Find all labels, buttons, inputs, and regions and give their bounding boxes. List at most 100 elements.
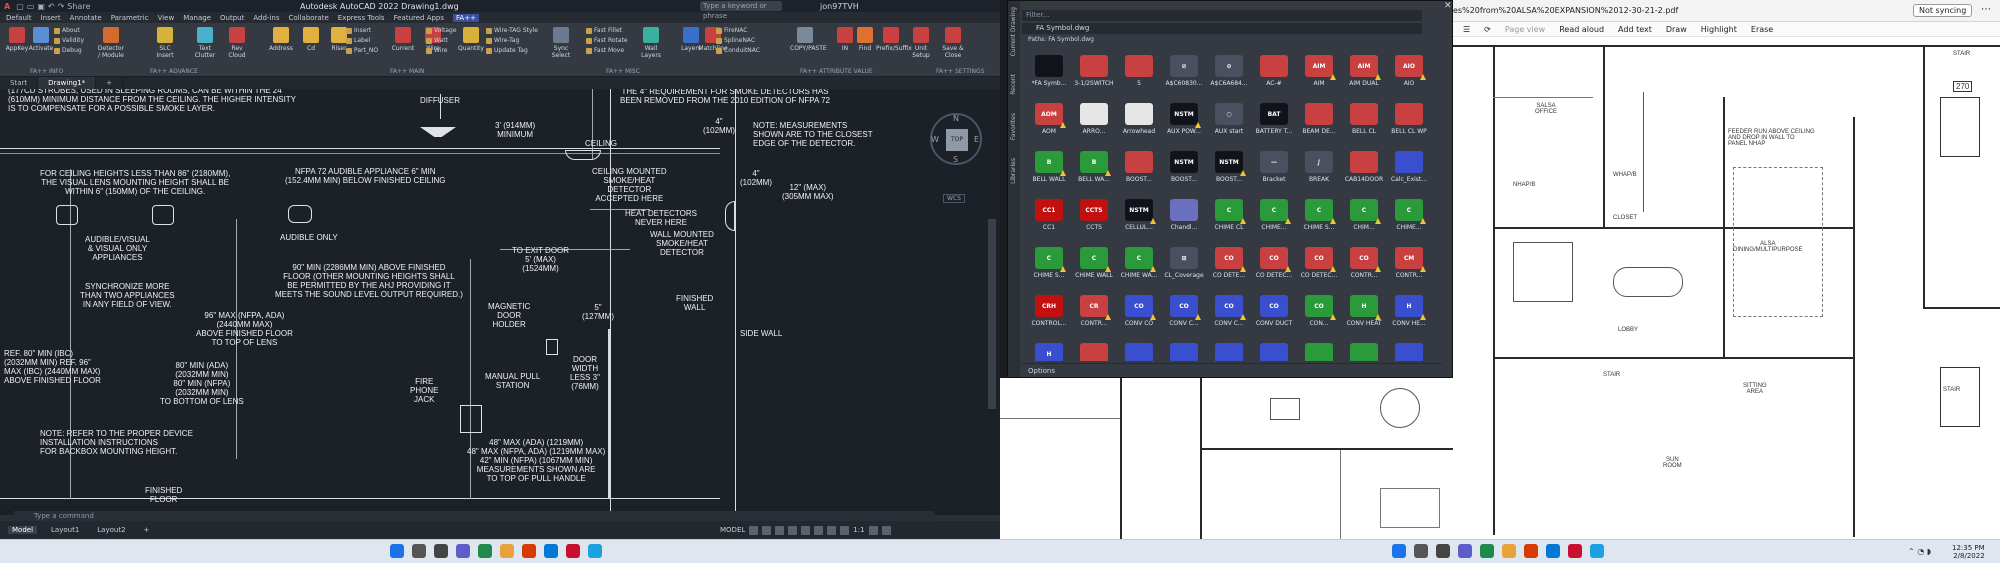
symbol-tile[interactable]: CO CONV C... <box>1163 291 1205 339</box>
undo-icon[interactable]: ↶ <box>48 2 55 11</box>
symbol-tile[interactable] <box>1343 339 1385 361</box>
symbol-tile[interactable]: 3-1/2SWITCH <box>1073 51 1115 99</box>
tab-drawing1[interactable]: Drawing1* <box>38 77 97 89</box>
symbol-tile[interactable]: C CHIME WALL <box>1073 243 1115 291</box>
snap-icon[interactable] <box>762 525 772 535</box>
symbol-tile[interactable] <box>1298 339 1340 361</box>
draw-button[interactable]: Draw <box>1666 25 1687 34</box>
tab-view[interactable]: View <box>158 14 175 22</box>
symbol-tile[interactable]: BAT BATTERY T... <box>1253 99 1295 147</box>
toc-icon[interactable]: ☰ <box>1463 25 1470 34</box>
ribbon-tool-quantity[interactable]: Quantity <box>456 27 486 52</box>
start-icon[interactable] <box>390 544 404 558</box>
symbol-tile[interactable]: AIO AIO <box>1388 51 1430 99</box>
symbol-tile[interactable]: B BELL WALL <box>1028 147 1070 195</box>
symbol-tile[interactable]: CO CONV CO <box>1118 291 1160 339</box>
teams-icon[interactable] <box>1458 544 1472 558</box>
symbol-tile[interactable]: NSTM BOOST... <box>1208 147 1250 195</box>
symbol-tile[interactable]: BEAM DE... <box>1298 99 1340 147</box>
viewcube[interactable]: TOP N S E W <box>930 113 982 165</box>
symbol-tile[interactable]: AC-# <box>1253 51 1295 99</box>
tab-manage[interactable]: Manage <box>183 14 211 22</box>
ribbon-tool-rev-cloud[interactable]: Rev Cloud <box>222 27 252 59</box>
symbol-tile[interactable]: H CONV HEAT <box>1343 291 1385 339</box>
ribbon-small-wire-tag-style[interactable]: Wire-TAG Style <box>486 27 538 34</box>
folder-icon[interactable] <box>500 544 514 558</box>
side-tab-recent[interactable]: Recent <box>1010 74 1017 95</box>
symbol-tile[interactable] <box>1163 339 1205 361</box>
symbol-tile[interactable]: CO CONV C... <box>1208 291 1250 339</box>
ribbon-small-fast-rotate[interactable]: Fast Rotate <box>586 37 628 44</box>
search-icon[interactable] <box>412 544 426 558</box>
symbol-tile[interactable]: BOOST... <box>1118 147 1160 195</box>
autocad-icon[interactable] <box>1568 544 1582 558</box>
symbol-tile[interactable]: ARRO... <box>1073 99 1115 147</box>
ribbon-small-validity[interactable]: Validity <box>54 37 84 44</box>
symbol-tile[interactable]: CM CONTR... <box>1388 243 1430 291</box>
ribbon-small-conduitnac[interactable]: ConduitNAC <box>716 47 760 54</box>
wcs-menu[interactable]: WCS <box>943 194 965 203</box>
share-button[interactable]: Share <box>67 2 90 11</box>
symbol-tile[interactable]: ∫ BREAK <box>1298 147 1340 195</box>
ribbon-tool-copy-paste[interactable]: COPY/PASTE <box>790 27 827 52</box>
ribbon-small-voltage[interactable]: Voltage <box>426 27 457 34</box>
symbol-tile[interactable]: NSTM BOOST... <box>1163 147 1205 195</box>
osnap-icon[interactable] <box>801 525 811 535</box>
ribbon-small-firenac[interactable]: FireNAC <box>716 27 747 34</box>
ribbon-small-label[interactable]: Label <box>346 37 370 44</box>
tab-default[interactable]: Default <box>6 14 32 22</box>
polar-icon[interactable] <box>788 525 798 535</box>
symbol-tile[interactable]: CO CONV DUCT <box>1253 291 1295 339</box>
office-icon[interactable] <box>522 544 536 558</box>
ribbon-small-wire[interactable]: Wire <box>426 47 448 54</box>
user-name[interactable]: jon97TVH <box>820 2 859 11</box>
mail-icon[interactable] <box>1546 544 1560 558</box>
symbol-tile[interactable] <box>1118 339 1160 361</box>
symbol-tile[interactable]: NSTM AUX POW... <box>1163 99 1205 147</box>
symbol-tile[interactable]: CO CON... <box>1298 291 1340 339</box>
ribbon-small-about[interactable]: About <box>54 27 80 34</box>
layout-tab-layout1[interactable]: Layout1 <box>47 526 83 534</box>
mail-icon[interactable] <box>544 544 558 558</box>
transparency-icon[interactable] <box>840 525 850 535</box>
tab-fa-plus[interactable]: FA++ <box>453 13 479 22</box>
ortho-icon[interactable] <box>775 525 785 535</box>
search-icon[interactable] <box>1414 544 1428 558</box>
symbol-tile[interactable]: H CONV HE... <box>1388 291 1430 339</box>
ribbon-tool-address[interactable]: Address <box>266 27 296 52</box>
model-space-label[interactable]: MODEL <box>720 526 745 534</box>
customize-icon[interactable] <box>881 525 891 535</box>
symbol-tile[interactable]: *FA Symb... <box>1028 51 1070 99</box>
ribbon-small-fast-move[interactable]: Fast Move <box>586 47 624 54</box>
symbol-tile[interactable]: Calc_Exist... <box>1388 147 1430 195</box>
symbol-tile[interactable]: ⊘ A$C6A684... <box>1208 51 1250 99</box>
page-view-button[interactable]: Page view <box>1505 25 1545 34</box>
open-icon[interactable]: ▭ <box>27 2 35 11</box>
palette-filter-input[interactable]: Filter... <box>1022 10 1422 21</box>
grid-icon[interactable] <box>749 525 759 535</box>
symbol-tile[interactable]: — Bracket <box>1253 147 1295 195</box>
symbol-tile[interactable] <box>1073 339 1115 361</box>
tab-insert[interactable]: Insert <box>41 14 61 22</box>
lineweight-icon[interactable] <box>827 525 837 535</box>
tab-collaborate[interactable]: Collaborate <box>288 14 328 22</box>
symbol-tile[interactable]: ⊞ CL_Coverage <box>1163 243 1205 291</box>
edge-icon[interactable] <box>478 544 492 558</box>
symbol-tile[interactable]: C CHIME S... <box>1028 243 1070 291</box>
ribbon-tool-activate[interactable]: Activate <box>26 27 56 52</box>
symbol-tile[interactable]: Chandl... <box>1163 195 1205 243</box>
task-view-icon[interactable] <box>434 544 448 558</box>
ribbon-small-watt[interactable]: Watt <box>426 37 448 44</box>
system-tray[interactable]: ⌃ ◔ ◗ <box>1908 547 1931 556</box>
ribbon-small-part-no[interactable]: Part_NO <box>346 47 378 54</box>
symbol-tile[interactable]: CAB14DOOR <box>1343 147 1385 195</box>
side-tab-libraries[interactable]: Libraries <box>1010 158 1017 184</box>
new-icon[interactable]: ▢ <box>16 2 24 11</box>
add-layout-button[interactable]: + <box>140 526 154 534</box>
symbol-tile[interactable]: AIM AIM <box>1298 51 1340 99</box>
rotate-icon[interactable]: ⟳ <box>1484 25 1491 34</box>
ribbon-small-debug[interactable]: Debug <box>54 47 82 54</box>
sync-button[interactable]: Not syncing <box>1913 4 1973 17</box>
url-text[interactable]: es%20from%20ALSA%20EXPANSION%2012-30-21-… <box>1453 6 1678 15</box>
symbol-tile[interactable]: CO CO DETE... <box>1208 243 1250 291</box>
